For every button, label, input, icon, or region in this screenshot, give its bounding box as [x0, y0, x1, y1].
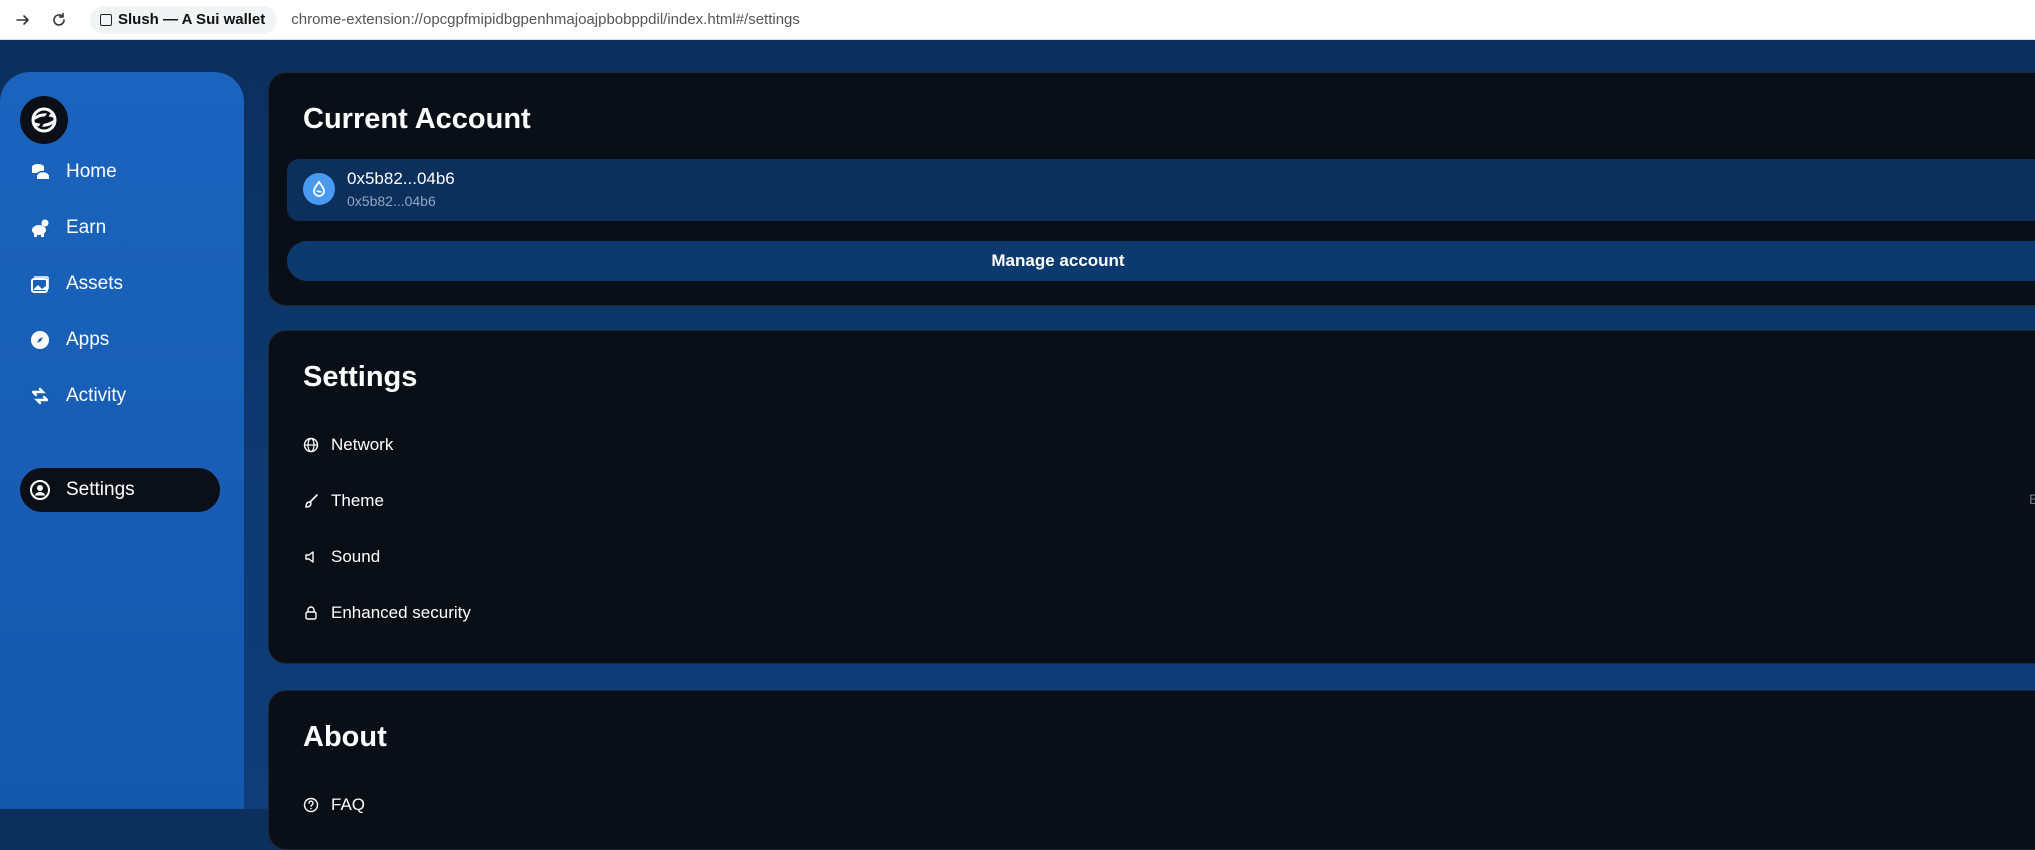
speaker-icon — [303, 549, 319, 565]
brush-icon — [303, 493, 319, 509]
about-item-label: FAQ — [331, 795, 366, 814]
reload-button[interactable] — [48, 9, 70, 31]
sidebar-item-activity[interactable]: Activity — [20, 374, 220, 418]
setting-sound[interactable]: Sound — [303, 545, 380, 569]
sui-drop-icon — [303, 173, 335, 205]
forward-button[interactable] — [12, 9, 34, 31]
user-circle-icon — [30, 480, 50, 500]
home-icon — [30, 162, 50, 182]
about-faq[interactable]: FAQ — [303, 793, 365, 817]
setting-label: Sound — [331, 547, 381, 566]
extension-tab[interactable]: Slush — A Sui wallet — [90, 5, 278, 34]
swap-arrows-icon — [30, 386, 50, 406]
setting-label: Theme — [331, 491, 384, 510]
sidebar-item-apps[interactable]: Apps — [20, 318, 220, 362]
image-gallery-icon — [30, 274, 50, 294]
sidebar-item-settings[interactable]: Settings — [20, 468, 220, 512]
sidebar-item-label: Home — [66, 161, 117, 182]
sidebar-item-label: Settings — [66, 479, 135, 500]
setting-label: Enhanced security — [331, 603, 471, 622]
sidebar-item-label: Earn — [66, 217, 107, 238]
globe-icon — [303, 437, 319, 453]
slush-logo[interactable] — [20, 96, 68, 144]
url-text[interactable]: chrome-extension://opcgpfmipidbgpenhmajo… — [291, 11, 800, 28]
reload-icon — [53, 12, 65, 26]
browser-toolbar: Slush — A Sui wallet chrome-extension://… — [0, 0, 2035, 40]
current-account-title: Current Account — [303, 103, 531, 135]
sidebar-item-home[interactable]: Home — [20, 150, 220, 194]
account-name: 0x5b82...04b6 — [347, 169, 455, 188]
setting-enhanced-security[interactable]: Enhanced security — [303, 601, 471, 625]
tab-title: Slush — A Sui wallet — [118, 11, 266, 28]
sidebar: Home Earn Assets Apps Activity Settings — [0, 72, 244, 809]
arrow-right-icon — [16, 14, 29, 25]
setting-network[interactable]: Network — [303, 433, 393, 457]
setting-label: Network — [331, 435, 394, 454]
question-icon — [303, 797, 319, 813]
about-card: About FAQ — [268, 690, 2035, 850]
current-account-card: Current Account 0x5b82...04b6 0x5b82...0… — [268, 72, 2035, 306]
setting-theme[interactable]: Theme — [303, 489, 384, 513]
account-row[interactable]: 0x5b82...04b6 0x5b82...04b6 — [287, 159, 2035, 221]
extension-icon — [100, 13, 112, 26]
slush-logo-icon — [31, 107, 57, 133]
account-address: 0x5b82...04b6 — [347, 193, 436, 209]
settings-card: Settings Network Theme E Sound Enhanced … — [268, 330, 2035, 664]
sidebar-item-earn[interactable]: Earn — [20, 206, 220, 250]
piggy-bank-icon — [30, 218, 50, 238]
manage-account-button[interactable]: Manage account — [287, 241, 2035, 281]
compass-icon — [30, 330, 50, 350]
about-title: About — [303, 721, 387, 753]
lock-icon — [303, 605, 319, 621]
settings-title: Settings — [303, 361, 418, 393]
sidebar-item-label: Apps — [66, 329, 110, 350]
sidebar-item-label: Activity — [66, 385, 127, 406]
theme-value: E — [2029, 491, 2035, 507]
sidebar-item-assets[interactable]: Assets — [20, 262, 220, 306]
sidebar-item-label: Assets — [66, 273, 124, 294]
